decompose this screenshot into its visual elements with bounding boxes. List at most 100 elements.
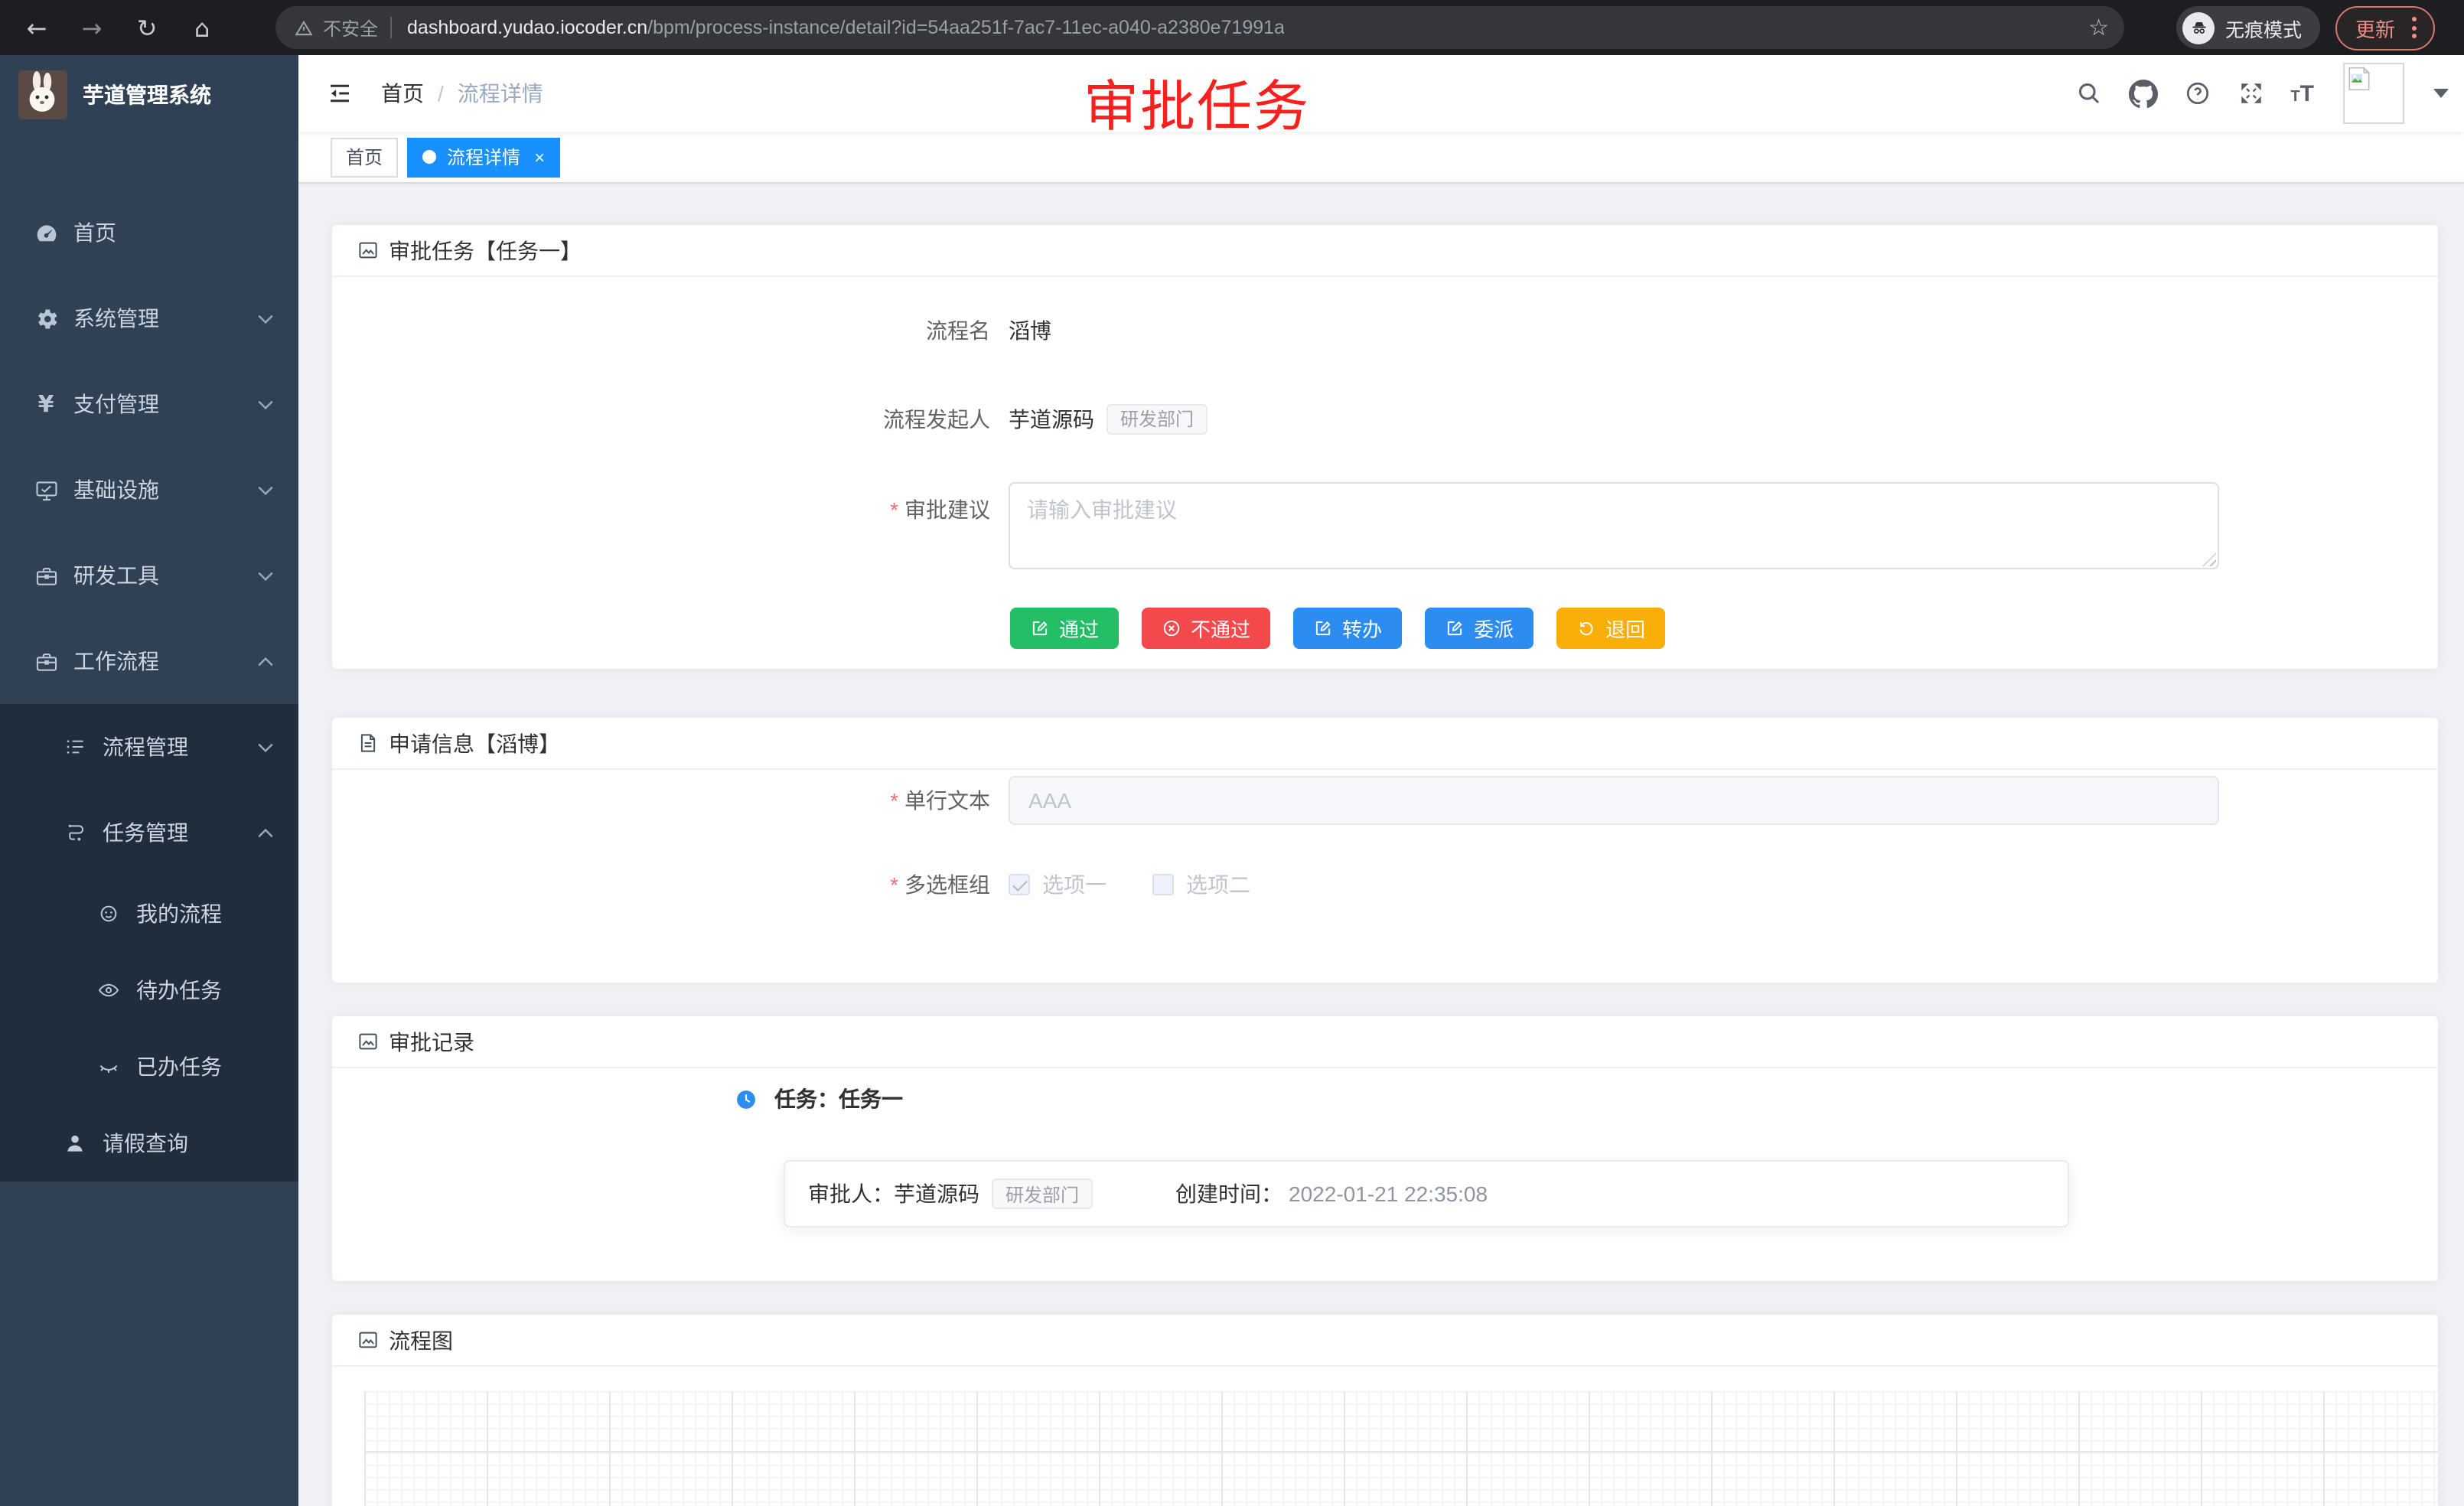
single-line-text-input[interactable] [1009,776,2219,825]
delegate-button[interactable]: 委派 [1425,608,1533,649]
browser-menu-icon[interactable] [2409,14,2420,41]
sidebar-item-leave-query[interactable]: 请假查询 [0,1105,298,1182]
return-button[interactable]: 退回 [1556,608,1665,649]
picture-icon [357,1030,380,1053]
checkbox-option-2[interactable]: 选项二 [1152,869,1250,900]
divider [390,17,392,38]
browser-toolbar: ← → ↻ ⌂ 不安全 dashboard.yudao.iocoder.cn/b… [0,0,2464,55]
timeline-node: 任务：任务一 [332,1085,2438,1113]
gear-icon [32,305,60,331]
button-label[interactable]: 通过 [1059,614,1099,643]
sidebar-item-label: 研发工具 [73,560,159,591]
form-row-text: 单行文本 [332,776,2438,825]
create-time-value: 2022-01-21 22:35:08 [1289,1182,1488,1206]
transfer-button[interactable]: 转办 [1293,608,1402,649]
card-title: 流程图 [389,1325,453,1355]
active-tab-dot [422,150,436,164]
sidebar-item-my-process[interactable]: 我的流程 [0,875,298,952]
sidebar-item-todo-tasks[interactable]: 待办任务 [0,952,298,1028]
checkbox-unchecked-icon[interactable] [1152,874,1174,895]
sidebar-item-payment[interactable]: ¥ 支付管理 [0,361,298,447]
eye-closed-icon [95,1055,122,1079]
sidebar-menu: 首页 系统管理 ¥ 支付管理 [0,190,298,1182]
home-icon[interactable]: ⌂ [181,6,223,49]
chrome-update-button[interactable]: 更新 [2335,5,2435,50]
checkbox-checked-icon[interactable] [1009,874,1030,895]
sidebar-item-label: 任务管理 [103,817,188,848]
reload-icon[interactable]: ↻ [125,6,168,49]
checkbox-option-1[interactable]: 选项一 [1009,869,1107,900]
sidebar: 芋道管理系统 首页 系 [0,55,298,1506]
help-icon[interactable] [2183,80,2211,107]
tab-close-icon[interactable]: × [534,148,545,166]
breadcrumb-current: 流程详情 [458,78,543,109]
sidebar-logo-row[interactable]: 芋道管理系统 [0,55,298,135]
forward-icon[interactable]: → [70,6,113,49]
tab-home[interactable]: 首页 [331,137,398,177]
process-diagram-card: 流程图 [331,1313,2440,1506]
bpmn-canvas[interactable] [364,1391,2438,1506]
sidebar-item-label: 首页 [73,217,116,248]
fullscreen-icon[interactable] [2237,80,2264,107]
sidebar-item-label: 我的流程 [136,898,222,929]
sidebar-item-workflow[interactable]: 工作流程 [0,618,298,704]
button-label[interactable]: 不通过 [1191,614,1250,643]
security-label[interactable]: 不安全 [323,15,378,41]
chevron-up-icon [257,827,274,838]
button-label[interactable]: 退回 [1605,614,1645,643]
sidebar-item-home[interactable]: 首页 [0,190,298,275]
incognito-badge: 无痕模式 [2176,6,2320,49]
yen-icon: ¥ [32,390,60,418]
sidebar-item-task-management[interactable]: 任务管理 [0,790,298,875]
button-label[interactable]: 转办 [1342,614,1382,643]
update-label[interactable]: 更新 [2355,13,2395,42]
approver-label: 审批人： [808,1178,894,1209]
sidebar-item-system[interactable]: 系统管理 [0,275,298,361]
chevron-down-icon [257,399,274,409]
incognito-icon [2182,11,2215,44]
list-icon [61,735,89,759]
dashboard-icon [32,220,60,246]
initiator-value: 芋道源码 [1009,403,1094,434]
reject-button[interactable]: 不通过 [1142,608,1270,649]
app-title: 芋道管理系统 [83,80,211,110]
header: 首页 / 流程详情 审批任务 [298,55,2464,132]
tab-process-detail[interactable]: 流程详情 × [407,137,560,177]
document-icon [357,732,380,755]
eye-open-icon [95,978,122,1002]
search-icon[interactable] [2075,80,2102,107]
warning-icon [294,18,314,37]
approve-button[interactable]: 通过 [1010,608,1119,649]
tab-label[interactable]: 流程详情 [447,144,520,170]
clock-icon [736,1089,756,1109]
sidebar-fold-icon[interactable] [326,80,354,107]
sidebar-item-process-management[interactable]: 流程管理 [0,704,298,790]
avatar[interactable] [2343,63,2404,124]
button-label[interactable]: 委派 [1474,614,1514,643]
url-text: dashboard.yudao.iocoder.cn/bpm/process-i… [407,17,1285,38]
sidebar-item-done-tasks[interactable]: 已办任务 [0,1028,298,1105]
bookmark-star-icon[interactable]: ☆ [2088,14,2109,41]
sidebar-item-dev-tools[interactable]: 研发工具 [0,533,298,618]
breadcrumb-home[interactable]: 首页 [381,78,424,109]
github-icon[interactable] [2128,79,2157,108]
page-content: 审批任务【任务一】 流程名 滔博 流程发起人 芋道源码 研发部门 [298,184,2464,1506]
field-label: 审批建议 [332,482,1009,525]
chevron-up-icon [257,656,274,667]
avatar-broken-image-icon [2345,64,2374,93]
dept-tag: 研发部门 [1107,403,1208,434]
back-icon[interactable]: ← [15,6,58,49]
sidebar-item-label: 支付管理 [73,389,159,419]
header-tools: TT [2075,63,2449,124]
form-row-comment: 审批建议 [332,482,2438,569]
address-bar[interactable]: 不安全 dashboard.yudao.iocoder.cn/bpm/proce… [275,6,2124,49]
font-size-icon[interactable]: TT [2290,82,2314,105]
sidebar-item-infrastructure[interactable]: 基础设施 [0,447,298,533]
workflow-submenu: 流程管理 [0,704,298,1182]
field-label: 单行文本 [332,785,1009,816]
comment-textarea[interactable] [1009,482,2219,569]
avatar-caret-icon[interactable] [2433,89,2449,98]
field-label: 流程发起人 [332,403,1009,434]
main-area: 首页 / 流程详情 审批任务 [298,55,2464,1506]
tab-label[interactable]: 首页 [346,144,383,170]
